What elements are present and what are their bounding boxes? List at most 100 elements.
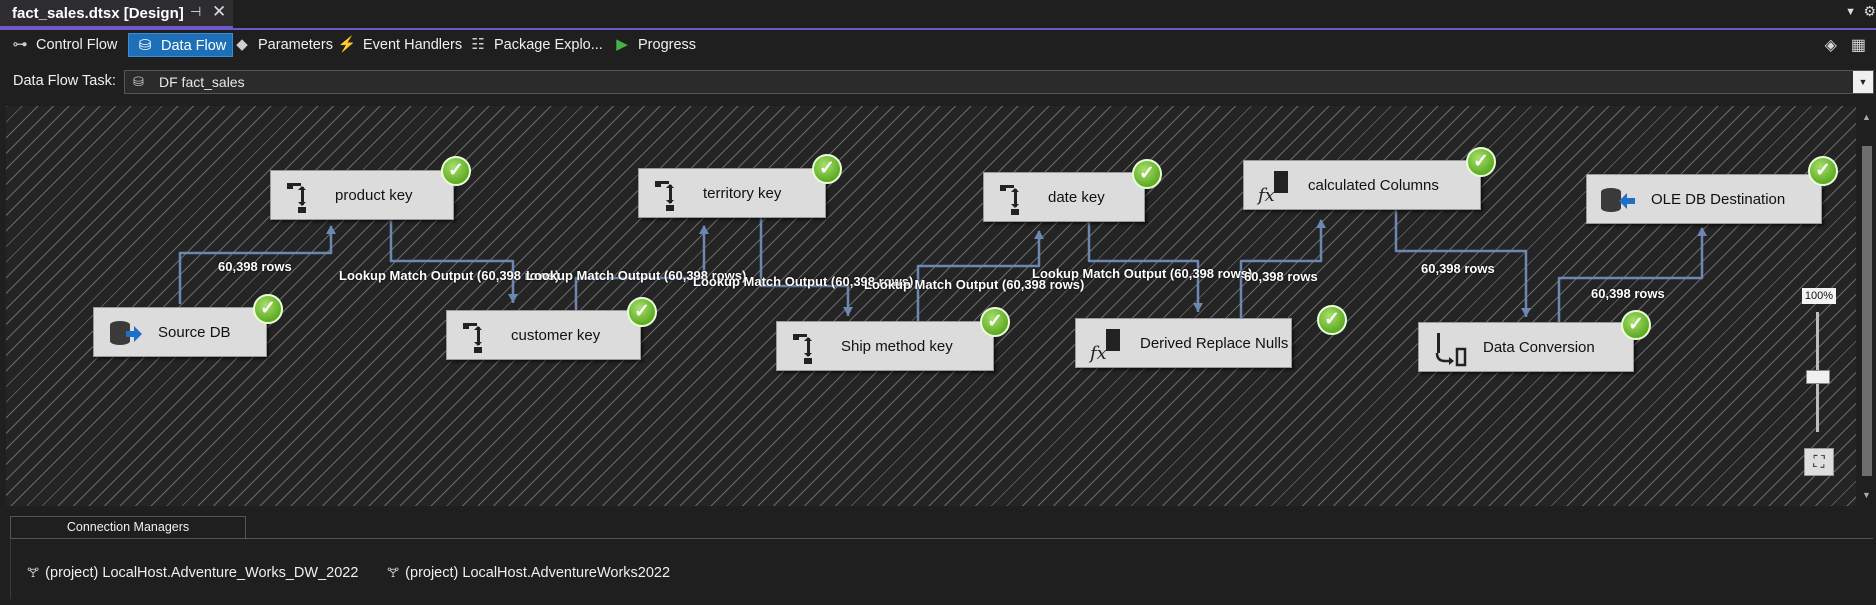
document-title-bar: fact_sales.dtsx [Design] ⊣ ✕ ▼ ⚙ <box>0 0 1876 30</box>
data-paths <box>178 204 1707 322</box>
path-label-date-to-derived[interactable]: Lookup Match Output (60,398 rows) <box>1032 266 1252 281</box>
component-calculated-columns[interactable]: fx calculated Columns <box>1243 160 1481 210</box>
close-icon[interactable]: ✕ <box>212 2 226 22</box>
gear-icon[interactable]: ⚙ <box>1863 3 1876 20</box>
connection-manager-item[interactable]: 🝖 (project) LocalHost.Adventure_Works_DW_… <box>27 559 358 585</box>
chevron-down-icon[interactable]: ▼ <box>1853 71 1873 93</box>
designer-tab-bar: ⊶ Control Flow ⛁ Data Flow ◆ Parameters ⚡ Ev… <box>0 30 1876 60</box>
canvas-vertical-scrollbar[interactable]: ▲ ▼ <box>1858 106 1876 506</box>
parameters-icon: ◆ <box>236 36 248 53</box>
zoom-level: 100% <box>1802 288 1836 304</box>
progress-play-icon: ▶ <box>616 36 628 53</box>
path-territory-to-ship <box>759 212 853 316</box>
event-handlers-icon: ⚡ <box>337 36 357 53</box>
path-label-derived-to-calculated[interactable]: 60,398 rows <box>1244 269 1318 284</box>
component-data-conversion[interactable]: Data Conversion <box>1418 322 1634 372</box>
component-name: product key <box>335 187 413 204</box>
component-name: Derived Replace Nulls <box>1140 335 1289 352</box>
success-check-icon: ✓ <box>1466 147 1496 177</box>
path-label-calculated-to-conversion[interactable]: 60,398 rows <box>1421 261 1495 276</box>
component-name: calculated Columns <box>1308 177 1439 194</box>
connection-managers-panel: Connection Managers 🝖 (project) LocalHost… <box>6 514 1876 600</box>
tab-label: Parameters <box>258 37 333 53</box>
data-flow-task-select[interactable]: ⛁ DF fact_sales ▼ <box>124 70 1874 94</box>
success-check-icon: ✓ <box>253 294 283 324</box>
derived-column-icon: fx <box>1088 329 1120 363</box>
component-name: OLE DB Destination <box>1651 191 1786 208</box>
data-conversion-icon <box>1435 333 1467 367</box>
tab-connection-managers[interactable]: Connection Managers <box>10 516 246 538</box>
path-product-to-customer <box>389 212 518 303</box>
component-ship-method-key[interactable]: Ship method key <box>776 321 994 371</box>
component-territory-key[interactable]: territory key <box>638 168 826 218</box>
success-check-icon: ✓ <box>1132 159 1162 189</box>
derived-column-icon: fx <box>1256 171 1288 205</box>
window-dropdown-icon[interactable]: ▼ <box>1845 6 1856 18</box>
ole-db-destination-icon <box>1601 188 1635 212</box>
tab-label: Control Flow <box>36 37 118 53</box>
success-check-icon: ✓ <box>627 297 657 327</box>
connection-manager-item[interactable]: 🝖 (project) LocalHost.AdventureWorks2022 <box>387 559 670 585</box>
connection-manager-label: (project) LocalHost.Adventure_Works_DW_2… <box>45 565 359 581</box>
data-flow-task-icon: ⛁ <box>133 74 144 89</box>
lookup-icon <box>1000 185 1019 215</box>
lookup-icon <box>287 183 306 213</box>
lookup-icon <box>793 334 812 364</box>
tab-label: Progress <box>638 37 697 53</box>
path-conversion-to-destination <box>1557 227 1707 322</box>
tab-data-flow[interactable]: ⛁ Data Flow <box>128 33 234 57</box>
tab-progress[interactable]: ▶ Progress <box>606 33 702 57</box>
zoom-slider-thumb[interactable] <box>1806 370 1830 384</box>
pin-icon[interactable]: ⊣ <box>190 4 201 20</box>
scroll-up-icon[interactable]: ▲ <box>1862 112 1871 122</box>
component-name: territory key <box>703 185 782 202</box>
tab-package-explorer[interactable]: ☷ Package Explo... <box>462 33 609 57</box>
component-ole-db-destination[interactable]: OLE DB Destination <box>1586 174 1822 224</box>
component-name: Data Conversion <box>1483 339 1595 356</box>
tab-label: Data Flow <box>161 38 227 54</box>
success-check-icon: ✓ <box>1621 310 1651 340</box>
data-flow-icon: ⛁ <box>138 37 152 54</box>
success-check-icon: ✓ <box>441 156 471 186</box>
component-name: Source DB <box>158 324 231 341</box>
tab-control-flow[interactable]: ⊶ Control Flow <box>4 33 123 57</box>
component-product-key[interactable]: product key <box>270 170 454 220</box>
connection-icon: 🝖 <box>27 565 40 580</box>
tab-parameters[interactable]: ◆ Parameters <box>226 33 339 57</box>
document-tab-title: fact_sales.dtsx [Design] <box>12 5 184 22</box>
control-flow-icon: ⊶ <box>12 36 28 53</box>
component-name: date key <box>1048 189 1105 206</box>
data-flow-canvas[interactable]: 60,398 rows Lookup Match Output (60,398 … <box>6 106 1856 506</box>
component-source-db[interactable]: Source DB <box>93 307 267 357</box>
path-label-source-to-product[interactable]: 60,398 rows <box>218 259 292 274</box>
connection-manager-label: (project) LocalHost.AdventureWorks2022 <box>405 565 671 581</box>
scroll-down-icon[interactable]: ▼ <box>1862 490 1871 500</box>
connection-icon: 🝖 <box>387 565 400 580</box>
tab-event-handlers[interactable]: ⚡ Event Handlers <box>331 33 468 57</box>
component-name: Ship method key <box>841 338 953 355</box>
component-name: customer key <box>511 327 601 344</box>
ole-db-source-icon <box>110 321 142 345</box>
package-icon[interactable]: ◈ <box>1825 37 1837 54</box>
path-label-conversion-to-destination[interactable]: 60,398 rows <box>1591 286 1665 301</box>
lookup-icon <box>463 323 482 353</box>
data-flow-task-row: Data Flow Task: ⛁ DF fact_sales ▼ <box>0 64 1876 98</box>
status-strip <box>0 601 1876 605</box>
component-customer-key[interactable]: customer key <box>446 310 641 360</box>
success-check-icon: ✓ <box>980 307 1010 337</box>
svg-text:fx: fx <box>1256 185 1275 205</box>
success-check-icon: ✓ <box>1317 305 1347 335</box>
scrollbar-thumb[interactable] <box>1862 146 1872 476</box>
package-explorer-icon: ☷ <box>471 36 485 53</box>
component-derived-replace-nulls[interactable]: fx Derived Replace Nulls <box>1075 318 1292 368</box>
connection-managers-list: 🝖 (project) LocalHost.Adventure_Works_DW_… <box>10 538 1873 599</box>
variables-grid-icon[interactable]: ▦ <box>1851 37 1866 54</box>
success-check-icon: ✓ <box>1808 156 1838 186</box>
data-flow-task-label: Data Flow Task: <box>13 73 116 89</box>
document-tab[interactable]: fact_sales.dtsx [Design] ⊣ ✕ <box>0 0 233 28</box>
lookup-icon <box>655 181 674 211</box>
zoom-to-fit-icon[interactable]: ⛶ <box>1804 448 1834 476</box>
tab-label: Package Explo... <box>494 37 603 53</box>
component-date-key[interactable]: date key <box>983 172 1145 222</box>
path-date-to-derived <box>1087 215 1203 312</box>
